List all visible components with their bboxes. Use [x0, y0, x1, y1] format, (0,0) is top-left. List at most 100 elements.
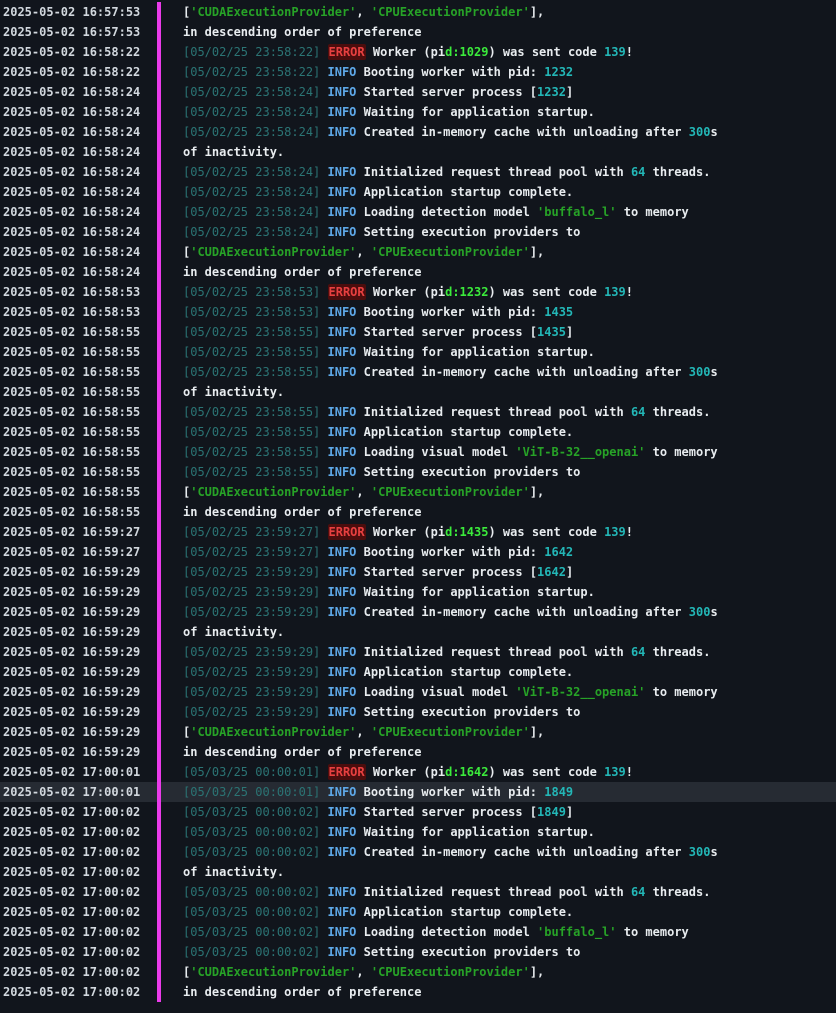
log-segment-info: INFO	[327, 185, 357, 199]
log-segment-dim: [05/02/25 23:59:29]	[183, 685, 328, 699]
log-message: in descending order of preference	[161, 22, 421, 42]
log-row[interactable]: 2025-05-02 17:00:02 [05/03/25 00:00:02] …	[0, 942, 836, 962]
log-row[interactable]: 2025-05-02 16:58:53 [05/02/25 23:58:53] …	[0, 302, 836, 322]
log-row[interactable]: 2025-05-02 16:58:24 of inactivity.	[0, 142, 836, 162]
host-timestamp: 2025-05-02 16:59:29	[3, 565, 141, 579]
log-row[interactable]: 2025-05-02 16:58:55 in descending order …	[0, 502, 836, 522]
log-segment-dim: [05/03/25 00:00:01]	[183, 765, 328, 779]
host-timestamp: 2025-05-02 16:58:24	[3, 105, 141, 119]
log-row[interactable]: 2025-05-02 16:58:55 of inactivity.	[0, 382, 836, 402]
log-row[interactable]: 2025-05-02 16:58:24 [05/02/25 23:58:24] …	[0, 122, 836, 142]
log-row[interactable]: 2025-05-02 16:59:27 [05/02/25 23:59:27] …	[0, 522, 836, 542]
log-segment-string: 'CUDAExecutionProvider'	[190, 245, 357, 259]
log-row[interactable]: 2025-05-02 16:59:29 ['CUDAExecutionProvi…	[0, 722, 836, 742]
log-segment-pid: d:1232	[445, 285, 489, 299]
log-segment-dim: [05/02/25 23:58:55]	[183, 345, 328, 359]
host-timestamp: 2025-05-02 16:58:24	[3, 85, 141, 99]
host-timestamp: 2025-05-02 16:57:53	[3, 25, 141, 39]
log-segment-dim: [05/02/25 23:58:55]	[183, 405, 328, 419]
log-segment-num: 1849	[537, 805, 566, 819]
log-message: [05/02/25 23:59:29] INFO Setting executi…	[161, 702, 580, 722]
log-segment-plain: Booting worker with pid:	[356, 65, 545, 79]
log-segment-dim: [05/02/25 23:58:55]	[183, 465, 328, 479]
log-segment-num: 64	[630, 645, 646, 659]
log-row[interactable]: 2025-05-02 17:00:01 [05/03/25 00:00:01] …	[0, 782, 836, 802]
log-row[interactable]: 2025-05-02 16:58:24 [05/02/25 23:58:24] …	[0, 162, 836, 182]
log-row[interactable]: 2025-05-02 16:59:29 [05/02/25 23:59:29] …	[0, 562, 836, 582]
log-segment-plain: ]	[565, 85, 574, 99]
log-segment-num: 1642	[537, 565, 566, 579]
log-segment-plain: !	[625, 285, 633, 299]
log-row[interactable]: 2025-05-02 16:59:29 of inactivity.	[0, 622, 836, 642]
log-row[interactable]: 2025-05-02 16:59:27 [05/02/25 23:59:27] …	[0, 542, 836, 562]
log-segment-plain: s	[710, 125, 718, 139]
log-row[interactable]: 2025-05-02 16:58:22 [05/02/25 23:58:22] …	[0, 62, 836, 82]
log-row[interactable]: 2025-05-02 17:00:02 ['CUDAExecutionProvi…	[0, 962, 836, 982]
log-segment-plain: Worker (pi	[365, 525, 446, 539]
log-segment-info: INFO	[327, 305, 357, 319]
log-row[interactable]: 2025-05-02 17:00:02 [05/03/25 00:00:02] …	[0, 882, 836, 902]
log-row[interactable]: 2025-05-02 16:58:24 [05/02/25 23:58:24] …	[0, 82, 836, 102]
log-segment-dim: [05/02/25 23:59:29]	[183, 705, 328, 719]
host-timestamp: 2025-05-02 16:59:29	[3, 605, 141, 619]
log-segment-plain: s	[710, 845, 718, 859]
log-segment-plain: of inactivity.	[183, 385, 285, 399]
host-timestamp: 2025-05-02 16:58:55	[3, 365, 141, 379]
log-segment-dim: [05/02/25 23:58:24]	[183, 205, 328, 219]
log-row[interactable]: 2025-05-02 16:58:55 [05/02/25 23:58:55] …	[0, 322, 836, 342]
log-row[interactable]: 2025-05-02 16:59:29 [05/02/25 23:59:29] …	[0, 662, 836, 682]
log-segment-info: INFO	[327, 925, 357, 939]
log-segment-dim: [05/02/25 23:58:24]	[183, 105, 328, 119]
log-row[interactable]: 2025-05-02 17:00:01 [05/03/25 00:00:01] …	[0, 762, 836, 782]
log-segment-string: 'ViT-B-32__openai'	[515, 685, 646, 699]
log-row[interactable]: 2025-05-02 16:58:24 [05/02/25 23:58:24] …	[0, 182, 836, 202]
log-row[interactable]: 2025-05-02 16:57:53 ['CUDAExecutionProvi…	[0, 2, 836, 22]
log-row[interactable]: 2025-05-02 16:59:29 [05/02/25 23:59:29] …	[0, 582, 836, 602]
log-segment-plain: ) was sent code	[488, 765, 605, 779]
log-row[interactable]: 2025-05-02 16:58:22 [05/02/25 23:58:22] …	[0, 42, 836, 62]
log-row[interactable]: 2025-05-02 16:59:29 [05/02/25 23:59:29] …	[0, 602, 836, 622]
log-row[interactable]: 2025-05-02 16:58:55 [05/02/25 23:58:55] …	[0, 402, 836, 422]
log-message: ['CUDAExecutionProvider', 'CPUExecutionP…	[161, 722, 544, 742]
log-row[interactable]: 2025-05-02 16:58:24 ['CUDAExecutionProvi…	[0, 242, 836, 262]
log-row[interactable]: 2025-05-02 17:00:02 [05/03/25 00:00:02] …	[0, 902, 836, 922]
log-row[interactable]: 2025-05-02 17:00:02 [05/03/25 00:00:02] …	[0, 822, 836, 842]
log-segment-plain: Setting execution providers to	[356, 705, 581, 719]
log-row[interactable]: 2025-05-02 17:00:02 [05/03/25 00:00:02] …	[0, 922, 836, 942]
log-row[interactable]: 2025-05-02 16:58:24 [05/02/25 23:58:24] …	[0, 102, 836, 122]
log-row[interactable]: 2025-05-02 16:58:55 [05/02/25 23:58:55] …	[0, 462, 836, 482]
log-row[interactable]: 2025-05-02 16:58:55 [05/02/25 23:58:55] …	[0, 442, 836, 462]
log-row[interactable]: 2025-05-02 16:58:24 in descending order …	[0, 262, 836, 282]
log-segment-error: ERROR	[327, 764, 366, 780]
log-row[interactable]: 2025-05-02 17:00:02 in descending order …	[0, 982, 836, 1002]
log-row[interactable]: 2025-05-02 17:00:02 [05/03/25 00:00:02] …	[0, 842, 836, 862]
log-row[interactable]: 2025-05-02 16:57:53 in descending order …	[0, 22, 836, 42]
log-message: [05/02/25 23:59:29] INFO Created in-memo…	[161, 602, 718, 622]
log-segment-dim: [05/02/25 23:58:55]	[183, 425, 328, 439]
log-segment-num: 64	[630, 165, 646, 179]
log-segment-dim: [05/03/25 00:00:02]	[183, 825, 328, 839]
host-timestamp: 2025-05-02 17:00:02	[3, 845, 141, 859]
log-row[interactable]: 2025-05-02 16:58:24 [05/02/25 23:58:24] …	[0, 202, 836, 222]
log-row[interactable]: 2025-05-02 17:00:02 [05/03/25 00:00:02] …	[0, 802, 836, 822]
host-timestamp: 2025-05-02 16:58:24	[3, 225, 141, 239]
log-message: [05/02/25 23:58:55] INFO Started server …	[161, 322, 573, 342]
log-segment-plain: Started server process [	[356, 805, 538, 819]
log-row[interactable]: 2025-05-02 16:59:29 in descending order …	[0, 742, 836, 762]
log-segment-plain: s	[710, 365, 718, 379]
host-timestamp: 2025-05-02 16:58:24	[3, 265, 141, 279]
log-row[interactable]: 2025-05-02 16:58:55 [05/02/25 23:58:55] …	[0, 342, 836, 362]
log-row[interactable]: 2025-05-02 16:59:29 [05/02/25 23:59:29] …	[0, 682, 836, 702]
log-row[interactable]: 2025-05-02 16:59:29 [05/02/25 23:59:29] …	[0, 642, 836, 662]
log-row[interactable]: 2025-05-02 16:58:55 [05/02/25 23:58:55] …	[0, 362, 836, 382]
log-row[interactable]: 2025-05-02 16:58:24 [05/02/25 23:58:24] …	[0, 222, 836, 242]
log-segment-info: INFO	[327, 605, 357, 619]
log-row[interactable]: 2025-05-02 16:58:53 [05/02/25 23:58:53] …	[0, 282, 836, 302]
log-segment-info: INFO	[327, 445, 357, 459]
log-row[interactable]: 2025-05-02 17:00:02 of inactivity.	[0, 862, 836, 882]
log-segment-plain: threads.	[645, 645, 711, 659]
log-row[interactable]: 2025-05-02 16:58:55 ['CUDAExecutionProvi…	[0, 482, 836, 502]
log-row[interactable]: 2025-05-02 16:58:55 [05/02/25 23:58:55] …	[0, 422, 836, 442]
log-message: in descending order of preference	[161, 742, 421, 762]
log-row[interactable]: 2025-05-02 16:59:29 [05/02/25 23:59:29] …	[0, 702, 836, 722]
